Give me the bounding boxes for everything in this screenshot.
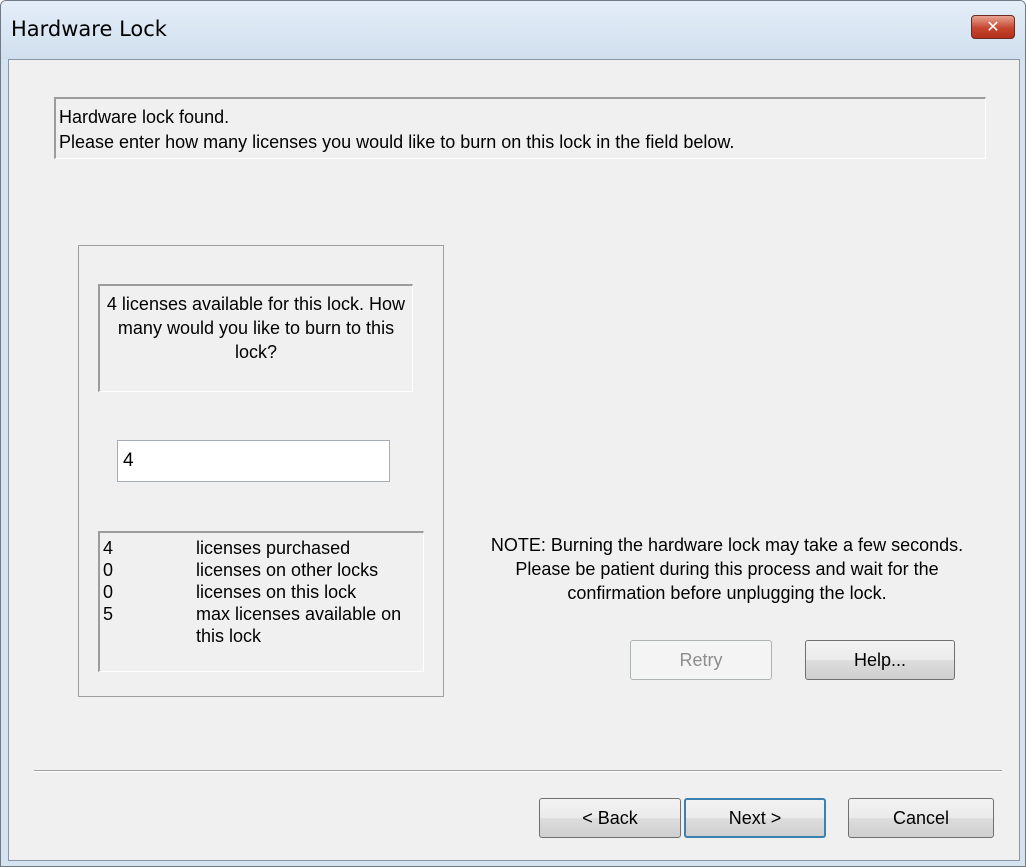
title-bar[interactable]: Hardware Lock ✕ <box>1 1 1025 59</box>
license-summary-box: 4 licenses purchased 0 licenses on other… <box>98 531 424 672</box>
burn-note-text: NOTE: Burning the hardware lock may take… <box>490 535 964 603</box>
license-summary-count: 4 <box>103 538 114 558</box>
status-message-box: Hardware lock found. Please enter how ma… <box>54 97 986 159</box>
window-title: Hardware Lock <box>11 17 167 41</box>
hardware-lock-dialog: Hardware Lock ✕ Hardware lock found. Ple… <box>0 0 1026 867</box>
next-button[interactable]: Next > <box>684 798 826 838</box>
retry-button[interactable]: Retry <box>630 640 772 680</box>
license-summary-count: 0 <box>103 582 114 602</box>
license-summary-row: 0 licenses on this lock <box>103 581 420 603</box>
close-button[interactable]: ✕ <box>971 15 1015 39</box>
license-summary-label: licenses on other locks <box>196 560 379 580</box>
license-summary-row: 0 licenses on other locks <box>103 559 420 581</box>
status-message-line-1: Hardware lock found. <box>59 107 230 127</box>
license-summary-label: max licenses available on this lock <box>196 604 402 646</box>
license-summary-label: licenses on this lock <box>196 582 357 602</box>
license-count-input[interactable] <box>117 440 390 482</box>
help-button[interactable]: Help... <box>805 640 955 680</box>
license-summary-row: 4 licenses purchased <box>103 537 420 559</box>
back-button[interactable]: < Back <box>539 798 681 838</box>
license-summary-row: 5 max licenses available on this lock <box>103 603 420 647</box>
cancel-button[interactable]: Cancel <box>848 798 994 838</box>
license-question-text: 4 licenses available for this lock. How … <box>106 294 406 362</box>
status-message-line-2: Please enter how many licenses you would… <box>59 132 735 152</box>
license-question-box: 4 licenses available for this lock. How … <box>98 284 413 392</box>
dialog-body: Hardware lock found. Please enter how ma… <box>8 59 1020 861</box>
license-summary-count: 5 <box>103 604 114 624</box>
license-summary-count: 0 <box>103 560 114 580</box>
license-summary-label: licenses purchased <box>196 538 351 558</box>
footer-divider <box>34 770 1002 772</box>
close-icon: ✕ <box>986 17 1000 36</box>
